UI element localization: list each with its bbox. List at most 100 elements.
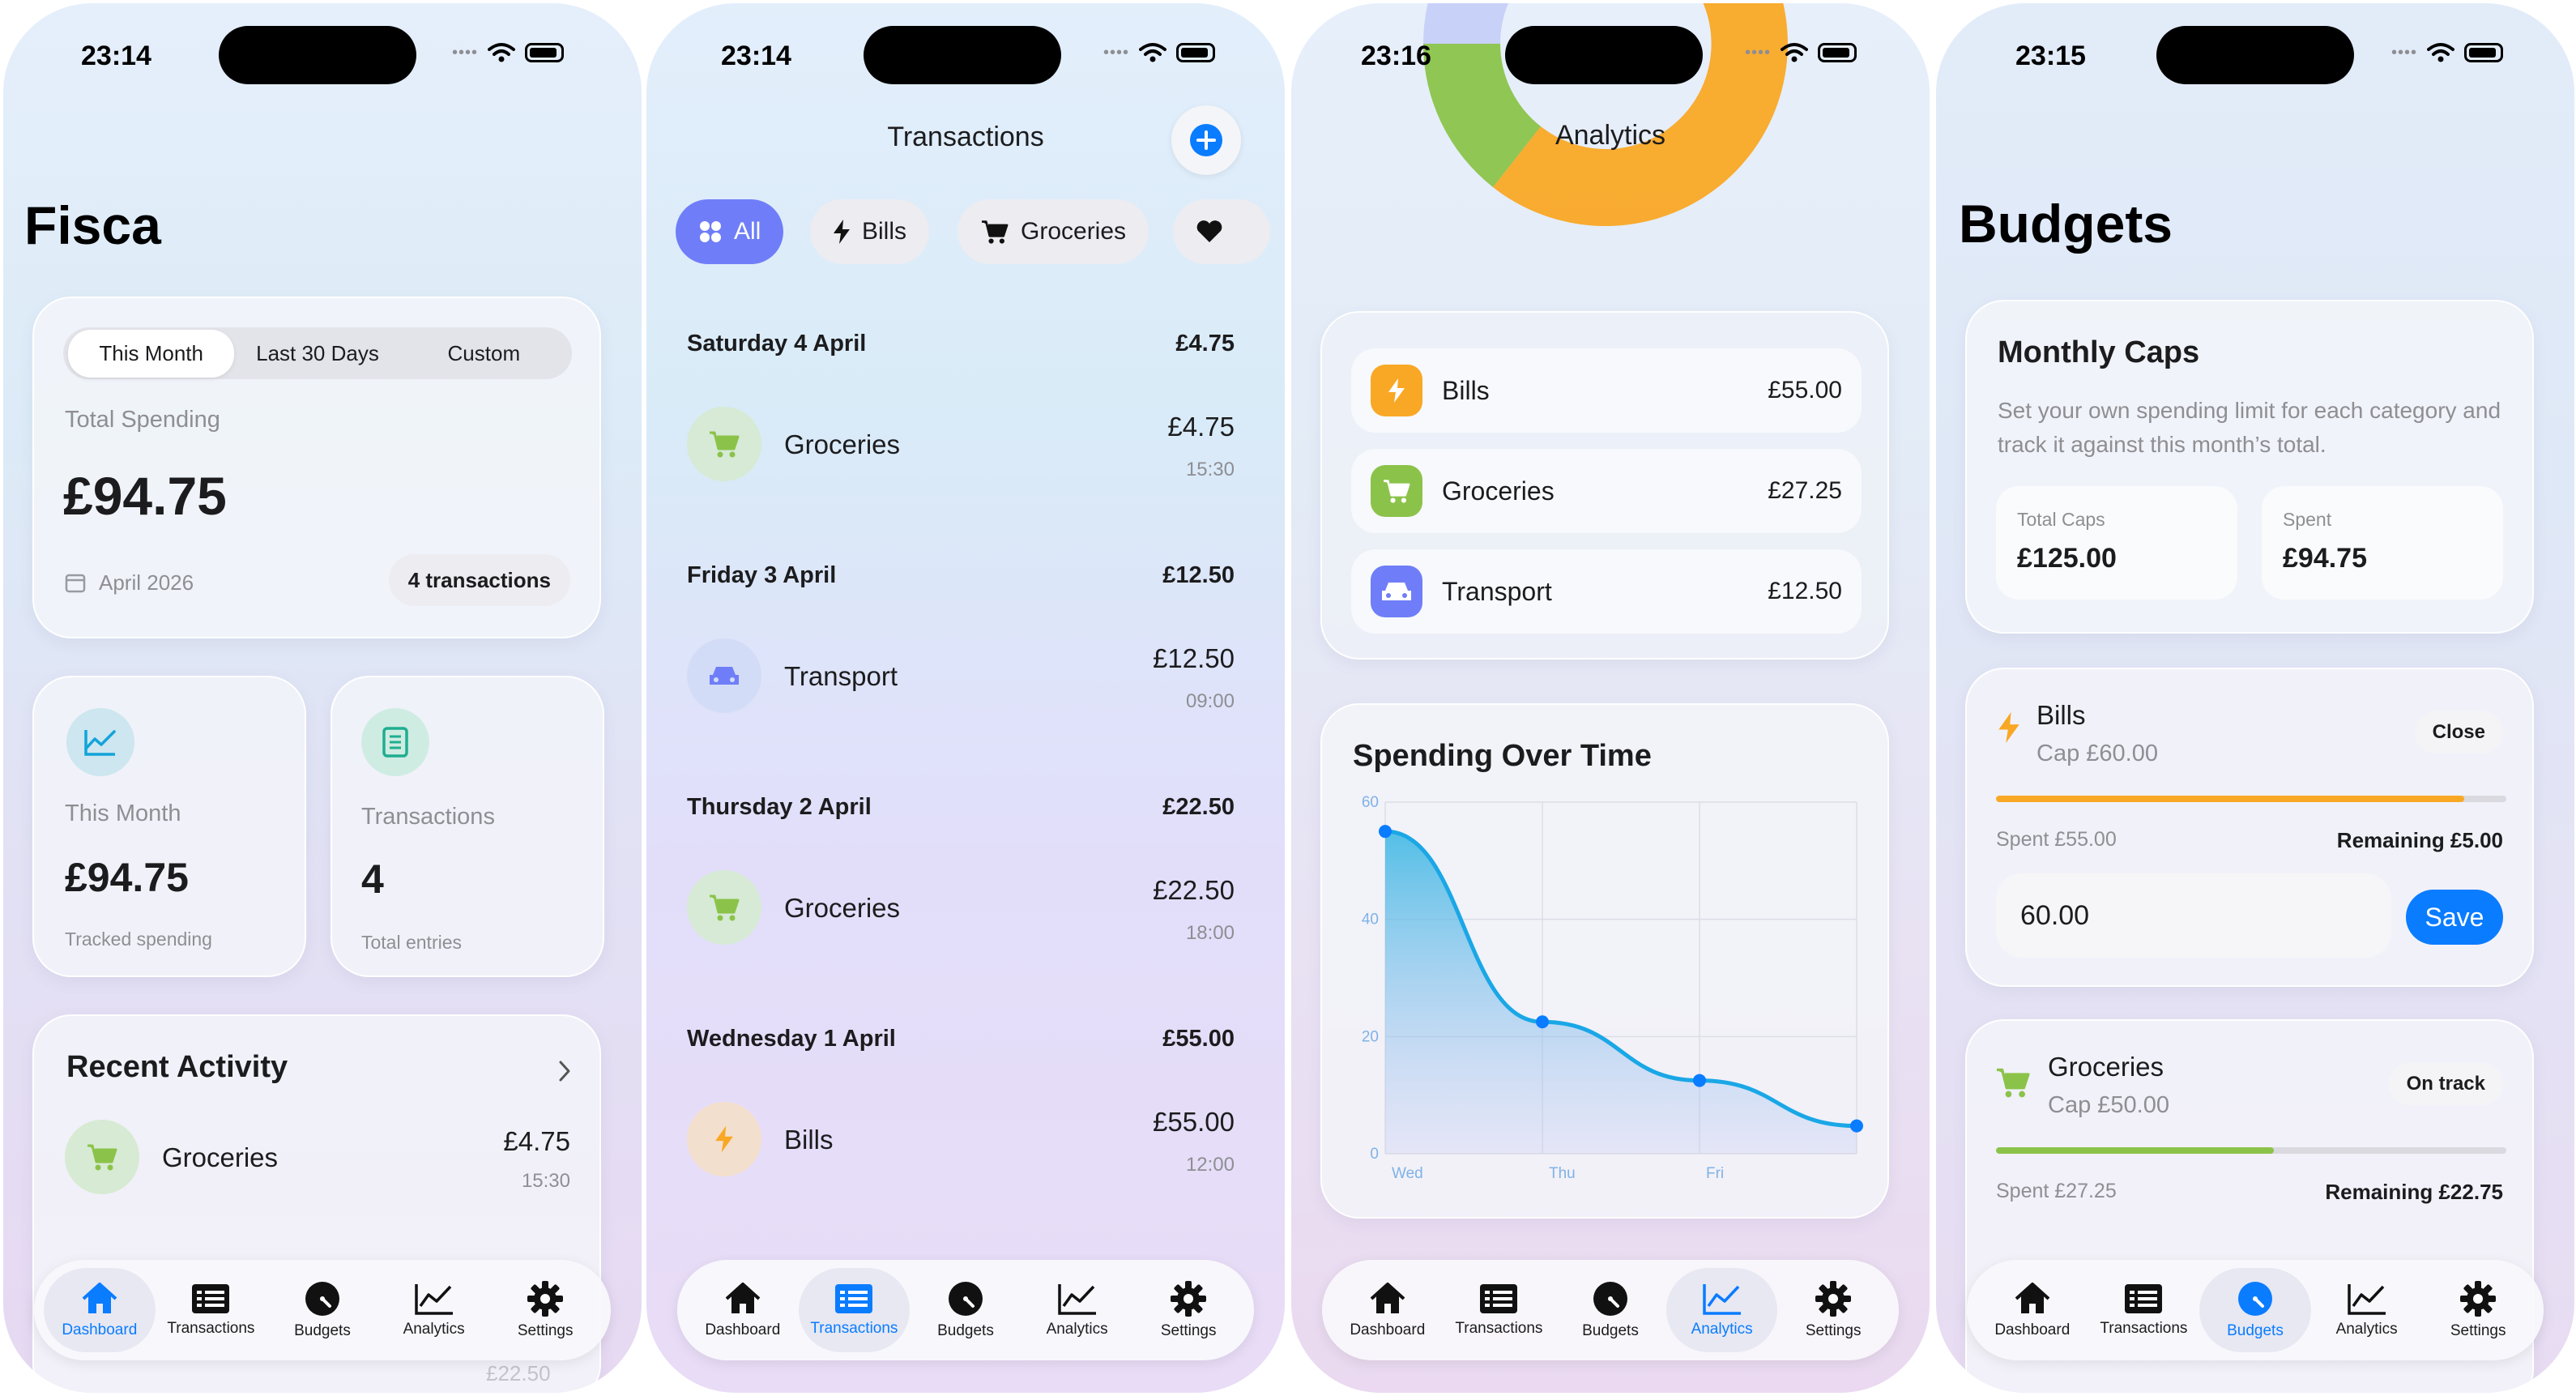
transaction-row[interactable]: Bills £55.00 12:00 [676,1084,1256,1197]
total-spending-card: This Month Last 30 Days Custom Total Spe… [32,297,601,638]
day-total: £55.00 [1162,1026,1235,1052]
status-icons: •••• [452,42,565,63]
phone-dashboard: 23:14 •••• Fisca This Month Last 30 Days… [3,3,642,1393]
tab-label: Budgets [294,1322,351,1339]
cap-amount-input[interactable] [1996,873,2391,958]
signal-icon: •••• [452,43,479,62]
segment-this-month[interactable]: This Month [68,329,235,378]
transaction-name: Bills [784,1125,834,1155]
segment-last-30-days[interactable]: Last 30 Days [234,330,400,378]
monthly-caps-description: Set your own spending limit for each cat… [1998,398,2501,457]
tab-analytics[interactable]: Analytics [1665,1268,1778,1352]
gear-icon [1815,1281,1852,1317]
y-tick-label: 40 [1362,911,1379,929]
transaction-name: Groceries [784,429,901,459]
tab-settings[interactable]: Settings [2422,1268,2534,1352]
budget-progress-bar [1996,1147,2506,1154]
recent-item-name: Groceries [162,1142,279,1172]
status-icons: •••• [2391,42,2504,63]
transaction-time: 15:30 [1185,459,1235,480]
tab-dashboard[interactable]: Dashboard [1977,1268,2088,1352]
stat-card-this-month[interactable]: This Month £94.75 Tracked spending [32,676,306,977]
tab-analytics[interactable]: Analytics [1021,1268,1133,1352]
budget-spent: Spent £55.00 [1996,828,2117,851]
tab-transactions[interactable]: Transactions [798,1268,911,1352]
transaction-row[interactable]: Groceries £4.75 15:30 [676,389,1256,502]
add-transaction-button[interactable] [1171,105,1241,175]
segment-custom[interactable]: Custom [401,330,567,378]
status-time: 23:16 [1361,41,1431,71]
total-caps-tile: Total Caps £125.00 [1996,486,2237,600]
stat-card-transactions[interactable]: Transactions 4 Total entries [331,676,604,977]
save-button[interactable]: Save [2406,890,2503,945]
category-row-transport[interactable]: Transport £12.50 [1351,549,1862,634]
tab-transactions[interactable]: Transactions [156,1268,267,1352]
tab-settings[interactable]: Settings [489,1268,601,1352]
transaction-row[interactable]: Transport £12.50 09:00 [676,621,1256,734]
tab-label: Analytics [1691,1321,1753,1338]
tab-dashboard[interactable]: Dashboard [44,1268,156,1352]
category-icon-circle [687,407,761,481]
tab-analytics[interactable]: Analytics [378,1268,490,1352]
gauge-icon [1593,1282,1627,1316]
list-icon [1480,1284,1518,1313]
day-total: £4.75 [1175,331,1235,356]
category-row-groceries[interactable]: Groceries £27.25 [1351,449,1862,533]
tab-label: Budgets [1582,1322,1639,1339]
stat-sub: Tracked spending [65,929,212,950]
monthly-caps-title: Monthly Caps [1998,335,2200,369]
budget-cap: Cap £50.00 [2048,1092,2169,1118]
tab-budgets[interactable]: Budgets [1555,1268,1666,1352]
gauge-icon [948,1282,983,1316]
transaction-amount: £12.50 [1153,643,1235,673]
signal-icon: •••• [2391,43,2418,62]
category-row-bills[interactable]: Bills £55.00 [1351,348,1862,433]
screen-title: Budgets [1959,194,2173,254]
transaction-time: 12:00 [1185,1154,1235,1176]
tab-transactions[interactable]: Transactions [1444,1268,1555,1352]
transaction-time: 09:00 [1185,690,1235,712]
stat-label: This Month [65,800,181,826]
tab-analytics[interactable]: Analytics [2311,1268,2423,1352]
phone-budgets: 23:15 •••• Budgets Monthly Caps Set your… [1936,3,2574,1393]
bolt-icon [1998,711,2019,744]
total-spending-value: £94.75 [63,466,227,526]
tab-label: Transactions [2100,1320,2188,1337]
filter-label: Bills [862,218,907,245]
signal-icon: •••• [1103,43,1130,62]
tab-budgets[interactable]: Budgets [267,1268,378,1352]
tab-transactions[interactable]: Transactions [2088,1268,2200,1352]
y-tick-label: 20 [1362,1028,1379,1045]
chevron-right-icon[interactable] [557,1060,572,1082]
trend-icon-circle [66,708,134,776]
chart-icon [1702,1284,1741,1315]
category-amount: £27.25 [1768,477,1842,504]
tab-label: Dashboard [62,1321,138,1338]
phone-transactions: 23:14 •••• Transactions All Bills Grocer… [646,3,1285,1393]
filter-all[interactable]: All [676,199,784,264]
recent-item-amount: £4.75 [503,1126,570,1156]
category-name: Transport [1442,576,1552,606]
filter-bills[interactable]: Bills [810,199,930,264]
tab-label: Settings [1160,1322,1217,1339]
tab-dashboard[interactable]: Dashboard [1332,1268,1444,1352]
filter-favourites[interactable] [1173,199,1270,264]
tab-budgets[interactable]: Budgets [2199,1268,2311,1352]
house-icon [1370,1283,1405,1313]
tab-settings[interactable]: Settings [1777,1268,1889,1352]
filter-groceries[interactable]: Groceries [957,199,1149,264]
filter-bar: All Bills Groceries [676,199,1270,266]
spending-line-chart: 0 20 40 60 Wed Thu Fri [1362,794,1863,1182]
tab-dashboard[interactable]: Dashboard [687,1268,799,1352]
y-tick-label: 0 [1370,1146,1379,1163]
transaction-row[interactable]: Groceries £22.50 18:00 [676,852,1256,966]
monthly-caps-card: Monthly Caps Set your own spending limit… [1965,300,2534,634]
tab-bar: Dashboard Transactions Budgets Analytics… [677,1260,1254,1360]
y-tick-label: 60 [1362,794,1379,811]
tab-settings[interactable]: Settings [1132,1268,1244,1352]
data-point [1693,1074,1706,1087]
stat-label: Transactions [361,804,495,830]
data-point [1379,825,1392,839]
recent-item-time: 15:30 [521,1170,570,1192]
tab-budgets[interactable]: Budgets [910,1268,1021,1352]
